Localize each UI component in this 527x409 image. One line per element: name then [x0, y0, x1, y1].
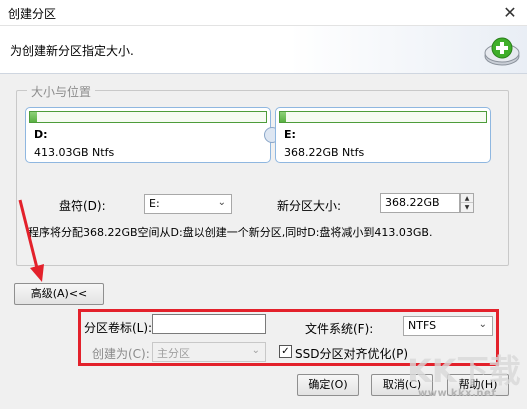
allocation-info-text: 程序将分配368.22GB空间从D:盘以创建一个新分区,同时D:盘将减小到413… — [28, 226, 433, 239]
chevron-down-icon: ⌄ — [478, 319, 487, 330]
new-size-spin-buttons: ▲ ▼ — [460, 193, 474, 213]
partition-d-usage-fill — [30, 112, 38, 122]
partition-d-name: D: — [34, 128, 48, 141]
chevron-down-icon: ⌄ — [251, 345, 260, 356]
close-button[interactable]: ✕ — [499, 3, 521, 23]
volume-label-input[interactable] — [152, 314, 266, 334]
filesystem-select[interactable]: NTFS ⌄ — [403, 316, 493, 336]
drive-letter-label: 盘符(D): — [59, 199, 106, 213]
filesystem-value: NTFS — [408, 319, 437, 332]
partition-e[interactable]: E: 368.22GB Ntfs — [275, 107, 491, 163]
add-partition-icon — [484, 37, 520, 66]
advanced-button[interactable]: 高级(A)<< — [14, 283, 104, 305]
partition-d-info: 413.03GB Ntfs — [34, 146, 115, 159]
spin-down-icon[interactable]: ▼ — [461, 203, 473, 212]
new-size-spinner[interactable]: 368.22GB ▲ ▼ — [380, 193, 474, 213]
partition-e-usage-bar — [279, 111, 487, 123]
partition-d[interactable]: D: 413.03GB Ntfs — [25, 107, 271, 163]
spin-up-icon[interactable]: ▲ — [461, 194, 473, 203]
dialog-header: 为创建新分区指定大小. — [0, 26, 527, 74]
ok-button[interactable]: 确定(O) — [297, 374, 359, 396]
drive-letter-select[interactable]: E: ⌄ — [144, 194, 232, 214]
header-text: 为创建新分区指定大小. — [10, 44, 134, 58]
title-bar: 创建分区 ✕ — [0, 0, 527, 26]
create-as-label: 创建为(C): — [92, 347, 150, 361]
create-as-select[interactable]: 主分区 ⌄ — [152, 342, 266, 362]
watermark-domain: www.kkx.net — [418, 388, 497, 399]
partition-e-name: E: — [284, 128, 296, 141]
svg-text:KK下载: KK下载 — [407, 352, 521, 390]
drive-letter-value: E: — [149, 197, 160, 210]
new-size-value: 368.22GB — [385, 196, 440, 209]
filesystem-label: 文件系统(F): — [305, 322, 374, 336]
ssd-align-label: SSD分区对齐优化(P) — [295, 347, 409, 361]
group-legend: 大小与位置 — [27, 83, 96, 100]
new-size-label: 新分区大小: — [277, 199, 342, 213]
create-as-value: 主分区 — [157, 347, 190, 360]
partition-e-info: 368.22GB Ntfs — [284, 146, 365, 159]
partition-d-usage-bar — [29, 111, 267, 123]
chevron-down-icon: ⌄ — [217, 197, 226, 208]
window-title: 创建分区 — [8, 7, 57, 21]
ssd-align-checkbox[interactable]: ✓ — [279, 345, 292, 358]
volume-label-label: 分区卷标(L): — [84, 321, 153, 335]
partition-e-usage-fill — [280, 112, 287, 122]
watermark-logo: KK下载 — [407, 352, 521, 390]
